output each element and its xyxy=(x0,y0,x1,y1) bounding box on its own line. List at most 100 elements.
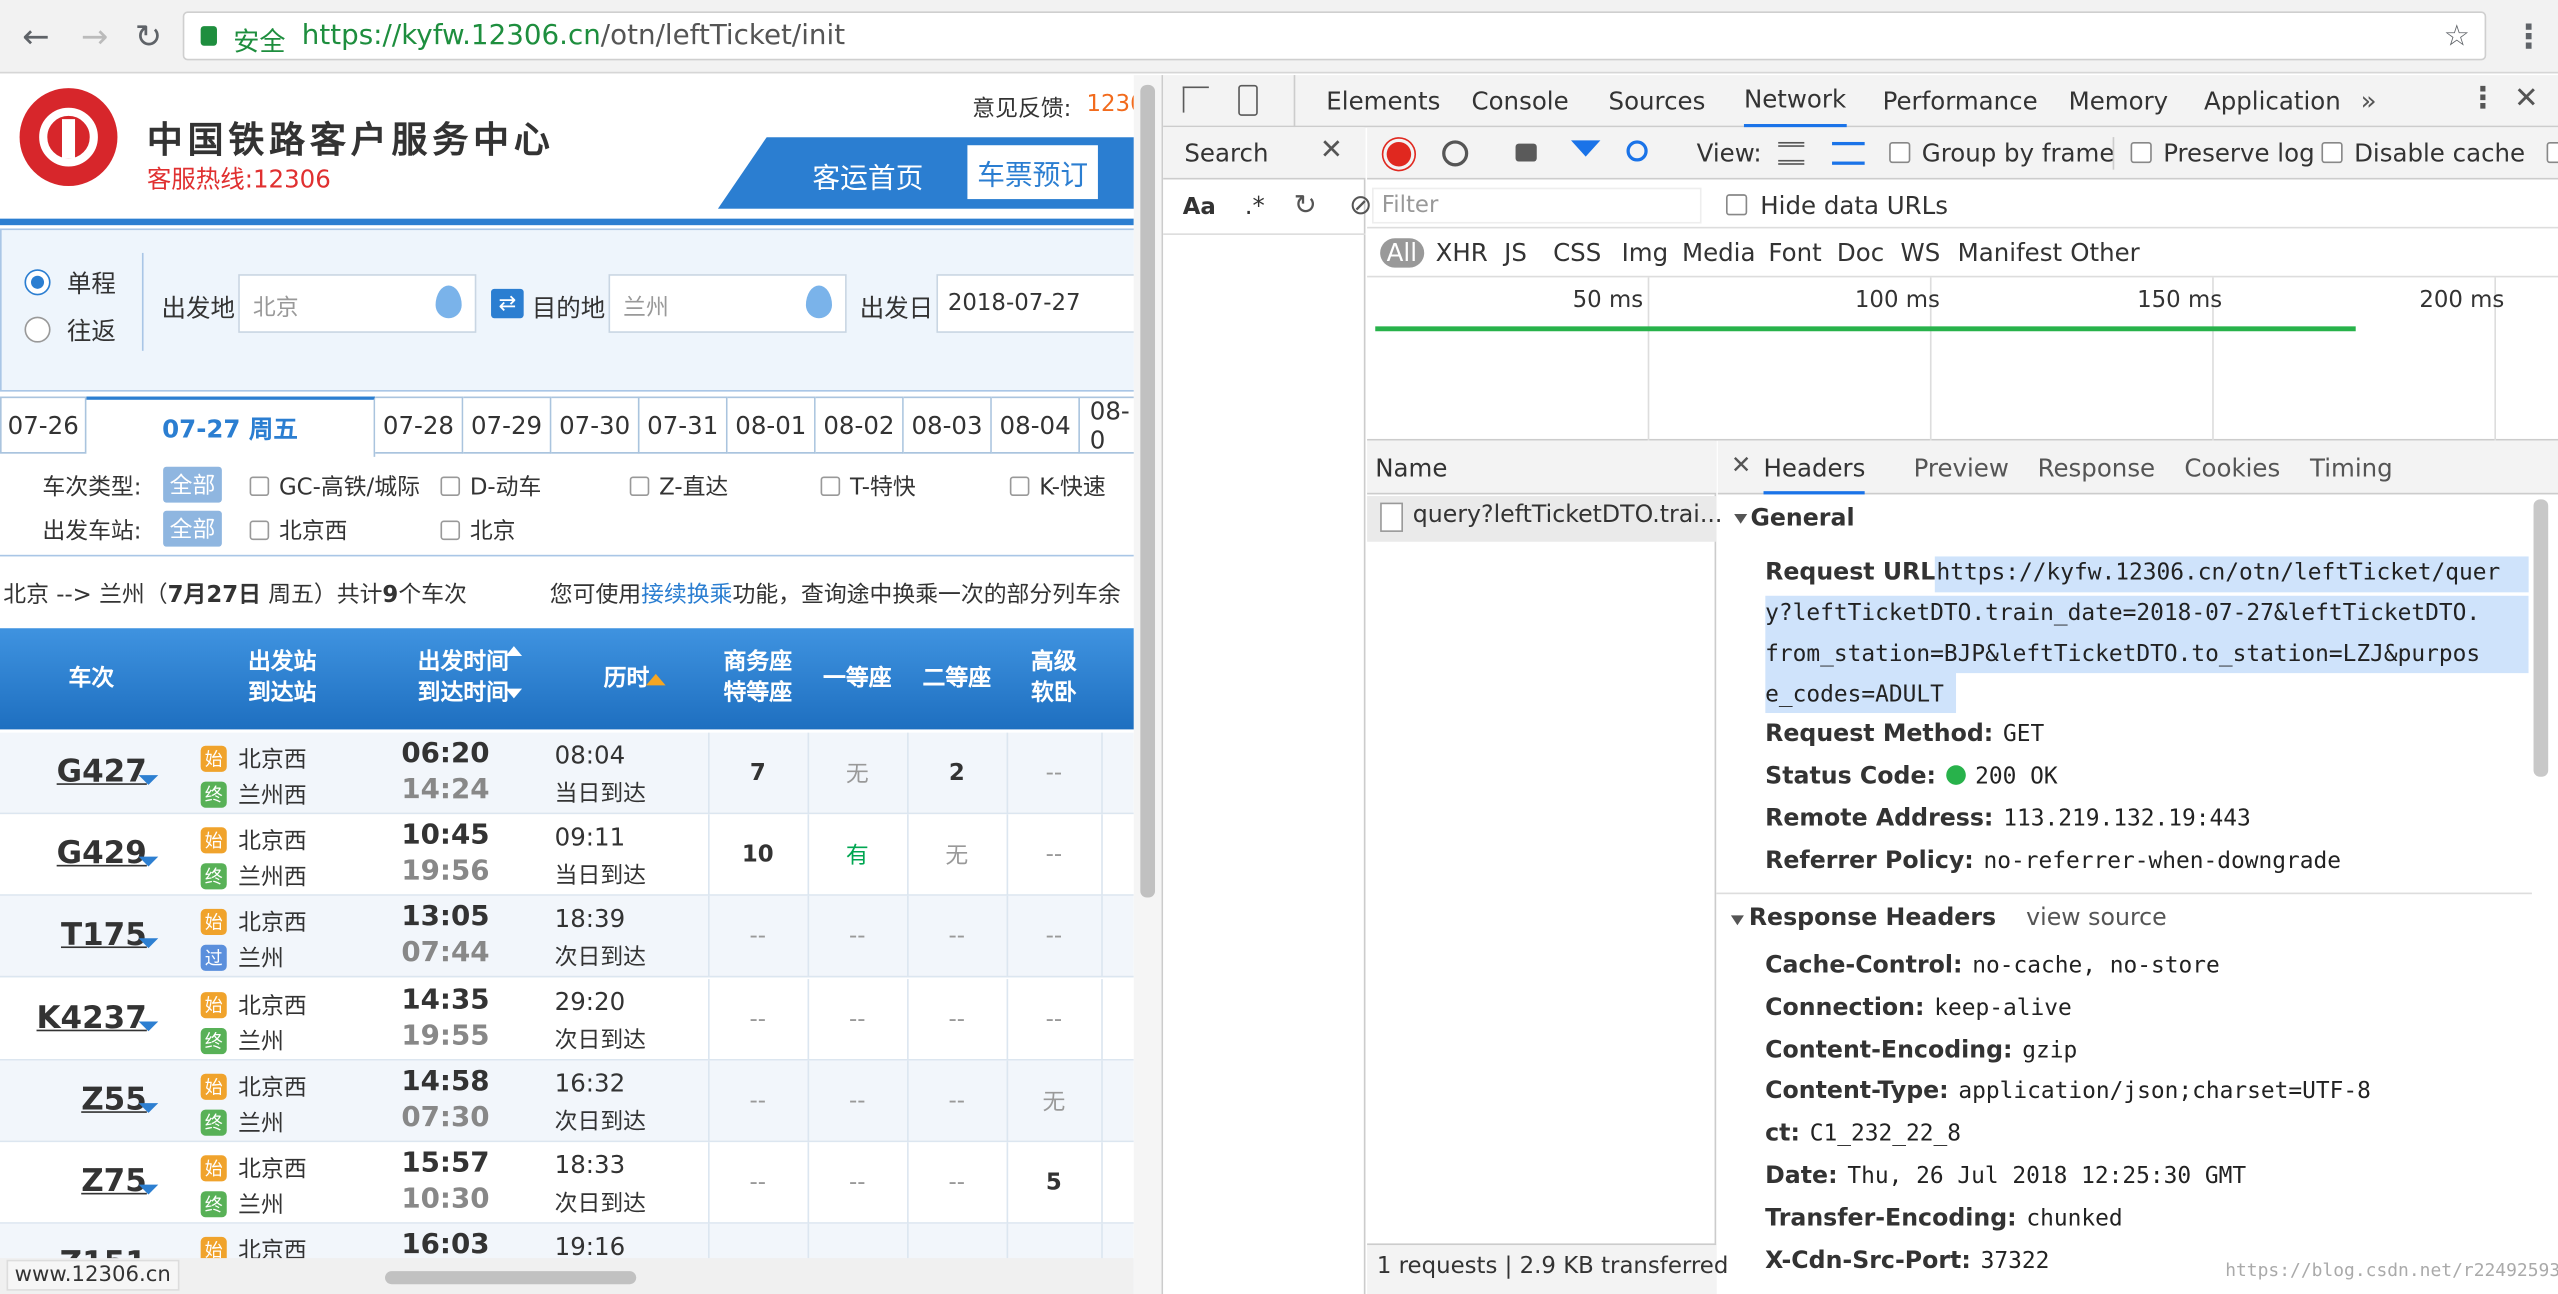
beijingxi-checkbox[interactable] xyxy=(249,520,270,541)
devtools-tab-network[interactable]: Network xyxy=(1743,75,1847,128)
refresh-search-icon[interactable]: ↻ xyxy=(1294,189,1317,222)
one-way-radio[interactable] xyxy=(24,269,51,296)
col-duration[interactable]: 历时 xyxy=(545,628,708,729)
date-tab[interactable]: 07-30 xyxy=(551,396,640,454)
type-filter-manifest[interactable]: Manifest xyxy=(1958,238,2062,267)
from-input[interactable]: 北京 xyxy=(238,274,477,333)
detail-tab-timing[interactable]: Timing xyxy=(2310,454,2393,483)
type-filter-all[interactable]: All xyxy=(1380,238,1424,268)
devtools-tab-performance[interactable]: Performance xyxy=(1883,75,2038,127)
expand-stops-icon[interactable] xyxy=(138,1184,159,1195)
filter-input[interactable]: Filter xyxy=(1371,187,1702,224)
expand-stops-icon[interactable] xyxy=(138,775,159,785)
location-pin-icon[interactable] xyxy=(805,285,833,319)
page-scrollbar-thumb[interactable] xyxy=(1140,84,1156,898)
date-tab[interactable]: 07-31 xyxy=(639,396,728,454)
to-input[interactable]: 兰州 xyxy=(608,274,847,333)
type-filter-js[interactable]: JS xyxy=(1504,238,1527,267)
date-tab-active[interactable]: 07-27 周五 xyxy=(86,396,376,457)
close-devtools-icon[interactable]: ✕ xyxy=(2514,82,2539,116)
date-tab[interactable]: 08-0 xyxy=(1079,396,1134,454)
d-checkbox[interactable] xyxy=(440,476,461,497)
swap-icon[interactable]: ⇄ xyxy=(491,288,524,319)
location-pin-icon[interactable] xyxy=(435,285,462,319)
expand-stops-icon[interactable] xyxy=(138,856,159,867)
table-row[interactable]: K4237 始终北京西 兰州 14:35 19:55 29:20 次日到达 -- -- -- -- xyxy=(0,978,1134,1060)
name-column-header[interactable]: Name xyxy=(1375,454,1447,483)
devtools-tab-application[interactable]: Application xyxy=(2204,75,2341,127)
transfer-link[interactable]: 接续换乘 xyxy=(641,583,732,609)
devtools-tab-memory[interactable]: Memory xyxy=(2069,75,2169,127)
disable-cache-checkbox[interactable] xyxy=(2321,141,2343,164)
back-icon[interactable]: ← xyxy=(16,16,55,55)
hide-data-urls-checkbox[interactable] xyxy=(1725,194,1748,216)
expand-stops-icon[interactable] xyxy=(138,1020,159,1031)
devtools-menu-icon[interactable]: ⋮ xyxy=(2468,82,2497,116)
date-tab[interactable]: 08-02 xyxy=(815,396,904,454)
horizontal-scrollbar[interactable] xyxy=(385,1271,637,1285)
collapse-response-icon[interactable] xyxy=(1730,915,1744,926)
view-source-link[interactable]: view source xyxy=(2026,906,2167,932)
z-checkbox[interactable] xyxy=(629,476,650,497)
detail-scrollbar[interactable] xyxy=(2533,499,2549,777)
date-tab[interactable]: 07-29 xyxy=(463,396,552,454)
seat-biz[interactable]: 10 xyxy=(708,815,808,897)
close-search-icon[interactable]: ✕ xyxy=(1320,134,1343,167)
train-number[interactable]: Z75 xyxy=(0,1163,147,1199)
type-filter-other[interactable]: Other xyxy=(2070,238,2139,267)
waterfall-view-icon[interactable] xyxy=(1832,141,1865,165)
type-filter-img[interactable]: Img xyxy=(1622,238,1669,267)
type-filter-css[interactable]: CSS xyxy=(1553,238,1601,267)
nav-booking[interactable]: 车票预订 xyxy=(967,145,1098,200)
seat-second[interactable]: 2 xyxy=(907,733,1007,815)
date-tab[interactable]: 08-01 xyxy=(727,396,816,454)
list-view-icon[interactable] xyxy=(1778,141,1805,165)
t-checkbox[interactable] xyxy=(820,476,841,497)
address-bar[interactable]: 安全 https://kyfw.12306.cn/otn/leftTicket/… xyxy=(182,11,2487,61)
search-title[interactable]: Search xyxy=(1184,139,1268,168)
regex-toggle[interactable]: .* xyxy=(1245,191,1265,220)
offline-checkbox[interactable] xyxy=(2546,141,2558,164)
feedback-number[interactable]: 1230 xyxy=(1086,91,1133,117)
group-by-frame-checkbox[interactable] xyxy=(1889,141,1911,164)
browser-menu-icon[interactable]: ⋮ xyxy=(2512,16,2545,55)
devtools-tab-elements[interactable]: Elements xyxy=(1326,75,1440,127)
more-tabs-icon[interactable]: » xyxy=(2361,85,2377,116)
inspect-element-icon[interactable] xyxy=(1182,86,1209,113)
record-icon[interactable] xyxy=(1386,141,1412,167)
detail-tab-cookies[interactable]: Cookies xyxy=(2184,454,2280,483)
expand-stops-icon[interactable] xyxy=(138,938,159,949)
train-number[interactable]: T175 xyxy=(0,918,147,954)
seat-soft[interactable]: 5 xyxy=(1007,1142,1102,1224)
table-row[interactable]: Z75 始终北京西 兰州 15:57 10:30 18:33 次日到达 -- -- -- 5 xyxy=(0,1142,1134,1224)
reload-icon[interactable]: ↻ xyxy=(129,16,168,55)
forward-icon[interactable]: → xyxy=(75,16,114,55)
detail-tab-response[interactable]: Response xyxy=(2038,454,2156,483)
detail-tab-headers[interactable]: Headers xyxy=(1763,454,1866,495)
request-name[interactable]: query?leftTicketDTO.trai... xyxy=(1413,503,1723,529)
table-row[interactable]: T175 始过北京西 兰州 13:05 07:44 18:39 次日到达 -- -- -- -- xyxy=(0,896,1134,979)
table-row[interactable]: G427 始终北京西 兰州西 06:20 14:24 08:04 当日到达 7 无 2 -- xyxy=(0,732,1134,815)
match-case-toggle[interactable]: Aa xyxy=(1183,194,1216,220)
beijing-checkbox[interactable] xyxy=(440,520,461,541)
preserve-log-checkbox[interactable] xyxy=(2130,141,2152,164)
date-tab[interactable]: 07-28 xyxy=(375,396,464,454)
close-detail-icon[interactable]: ✕ xyxy=(1731,450,1752,479)
sort-up-icon[interactable] xyxy=(505,646,523,656)
seat-biz[interactable]: 7 xyxy=(708,733,808,815)
bookmark-star-icon[interactable]: ☆ xyxy=(2439,18,2475,54)
collapse-general-icon[interactable] xyxy=(1734,514,1748,524)
response-headers-title[interactable]: Response Headers xyxy=(1749,906,1996,932)
round-trip-radio[interactable] xyxy=(24,316,51,343)
train-number[interactable]: K4237 xyxy=(0,1000,147,1036)
type-filter-ws[interactable]: WS xyxy=(1901,238,1941,267)
nav-home[interactable]: 客运首页 xyxy=(796,145,940,204)
station-all[interactable]: 全部 xyxy=(163,510,222,547)
expand-stops-icon[interactable] xyxy=(138,1102,159,1113)
date-tab[interactable]: 08-04 xyxy=(991,396,1080,454)
type-filter-doc[interactable]: Doc xyxy=(1837,238,1884,267)
type-filter-xhr[interactable]: XHR xyxy=(1436,238,1488,267)
date-tab[interactable]: 07-26 xyxy=(0,396,87,454)
general-section-title[interactable]: General xyxy=(1750,506,1854,532)
sort-down-icon[interactable] xyxy=(505,688,523,699)
